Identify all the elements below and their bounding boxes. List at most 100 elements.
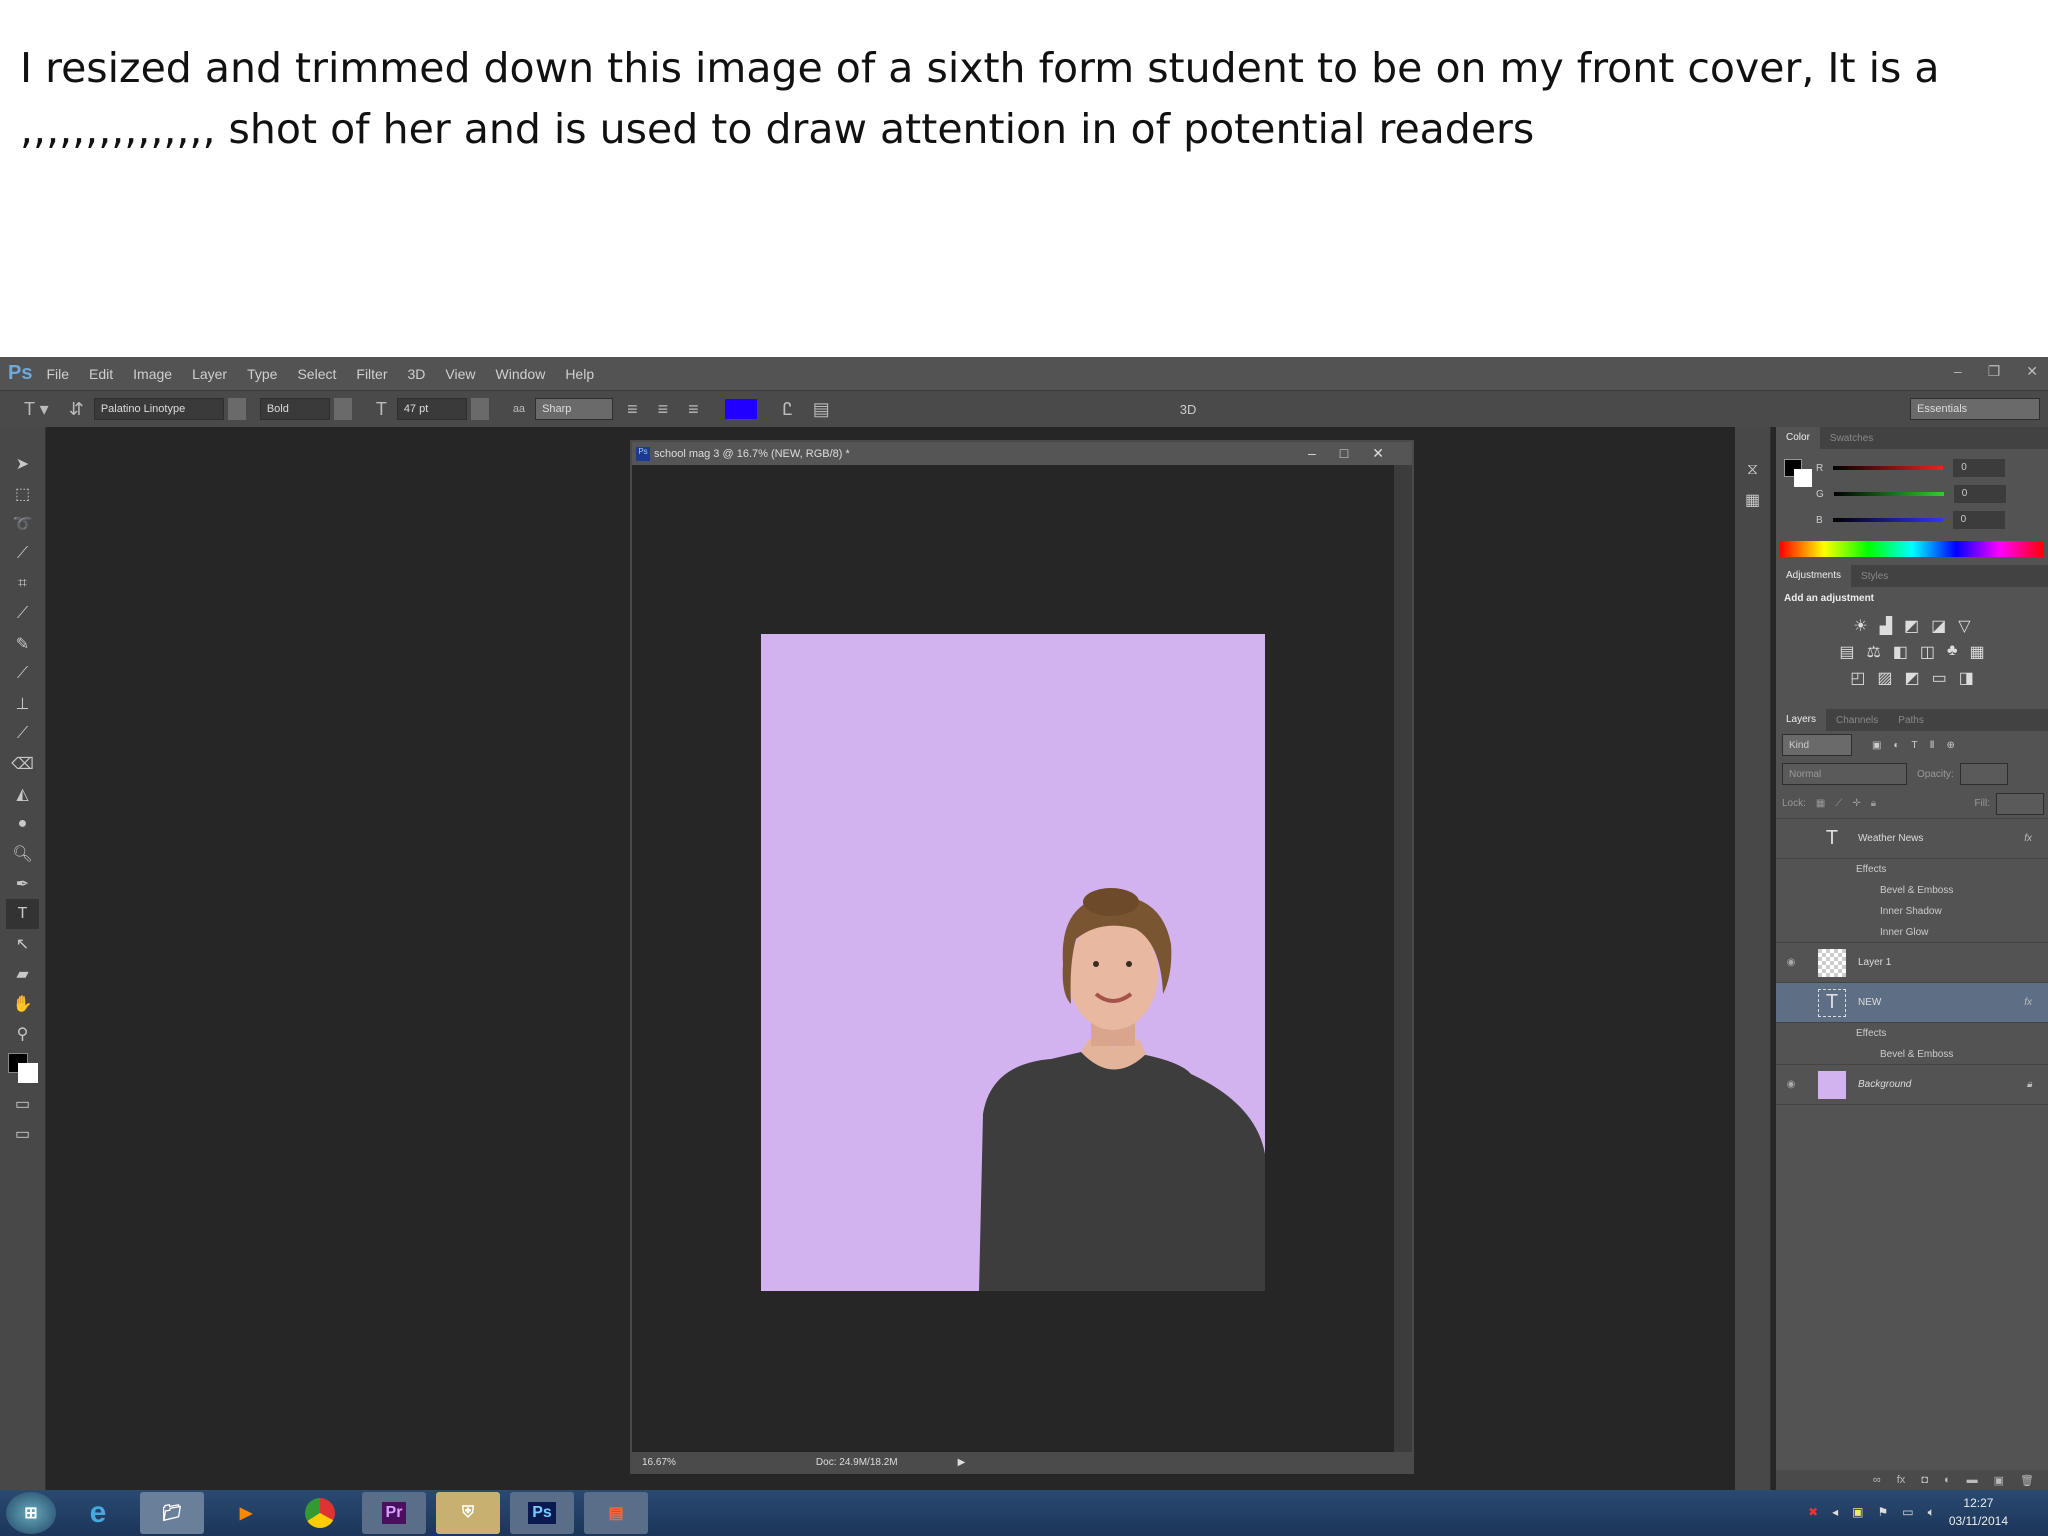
- adjustment-layer-icon[interactable]: ◐: [1944, 1474, 1951, 1486]
- menu-view[interactable]: View: [445, 366, 475, 382]
- font-size-select[interactable]: 47 pt: [396, 398, 467, 420]
- fx-icon[interactable]: fx: [2024, 997, 2032, 1008]
- quick-select-tool-icon[interactable]: ⟋: [0, 539, 45, 569]
- opacity-field[interactable]: [1959, 763, 2008, 785]
- chevron-down-icon[interactable]: [333, 398, 352, 420]
- color-lookup-icon[interactable]: ▦: [1970, 642, 1985, 662]
- restore-icon[interactable]: ❐: [1988, 363, 2001, 380]
- tab-paths[interactable]: Paths: [1888, 715, 1934, 726]
- background-color[interactable]: [18, 1063, 38, 1083]
- invert-icon[interactable]: ◰: [1850, 668, 1865, 688]
- font-style-select[interactable]: Bold: [259, 398, 330, 420]
- healing-brush-tool-icon[interactable]: ✎: [0, 629, 45, 659]
- posterize-icon[interactable]: ▨: [1877, 668, 1892, 688]
- blue-value[interactable]: 0: [1952, 511, 2005, 529]
- mask-icon[interactable]: ◘: [1921, 1474, 1928, 1486]
- lock-icons[interactable]: ▦⟋✛🔒︎: [1816, 798, 1886, 809]
- layer-filter-select[interactable]: Kind: [1782, 734, 1852, 756]
- blend-mode-select[interactable]: Normal: [1782, 763, 1907, 785]
- chevron-down-icon[interactable]: [227, 398, 246, 420]
- show-hidden-icons[interactable]: ◂: [1832, 1505, 1838, 1519]
- security-icon[interactable]: ⛨: [436, 1492, 500, 1534]
- document-tab[interactable]: Ps school mag 3 @ 16.7% (NEW, RGB/8) * –…: [632, 442, 1412, 465]
- effect-item[interactable]: Inner Shadow: [1776, 901, 2048, 922]
- doc-maximize-icon[interactable]: □: [1340, 445, 1348, 462]
- fx-icon[interactable]: fx: [2024, 833, 2032, 844]
- crop-tool-icon[interactable]: ⌗: [0, 569, 45, 599]
- menu-window[interactable]: Window: [496, 366, 546, 382]
- effects-row[interactable]: Effects: [1776, 859, 2048, 880]
- stamp-tool-icon[interactable]: ⊥: [0, 689, 45, 719]
- start-button[interactable]: ⊞: [6, 1492, 56, 1534]
- eye-icon[interactable]: ◉: [1776, 1079, 1806, 1090]
- notification-icon[interactable]: ▣: [1852, 1505, 1863, 1519]
- align-left-icon[interactable]: ≡: [627, 399, 638, 420]
- warp-text-icon[interactable]: Ꮭ: [783, 399, 793, 420]
- layer-weather-news[interactable]: T Weather News fx: [1776, 819, 2048, 859]
- trash-icon[interactable]: 🗑︎: [2020, 1474, 2034, 1487]
- channel-mixer-icon[interactable]: ♣: [1947, 642, 1958, 662]
- menu-help[interactable]: Help: [565, 366, 594, 382]
- tab-channels[interactable]: Channels: [1826, 715, 1888, 726]
- canvas[interactable]: [761, 634, 1265, 1291]
- levels-icon[interactable]: ▟: [1880, 616, 1892, 636]
- effects-row[interactable]: Effects: [1776, 1023, 2048, 1044]
- menu-file[interactable]: File: [46, 366, 69, 382]
- dodge-tool-icon[interactable]: 🔍︎: [0, 839, 45, 869]
- layer-1[interactable]: ◉ Layer 1: [1776, 943, 2048, 983]
- color-swatches[interactable]: [0, 1049, 45, 1089]
- tab-layers[interactable]: Layers: [1776, 709, 1827, 731]
- photoshop-taskbar-icon[interactable]: Ps: [510, 1492, 574, 1534]
- eye-icon[interactable]: ◉: [1776, 957, 1806, 968]
- brush-tool-icon[interactable]: ⟋: [0, 659, 45, 689]
- photo-filter-icon[interactable]: ◫: [1920, 642, 1935, 662]
- shape-tool-icon[interactable]: ▰: [0, 959, 45, 989]
- align-right-icon[interactable]: ≡: [688, 399, 699, 420]
- text-color-swatch[interactable]: [724, 399, 757, 419]
- blue-slider[interactable]: [1832, 518, 1943, 522]
- tab-adjustments[interactable]: Adjustments: [1776, 565, 1852, 587]
- vibrance-icon[interactable]: ▽: [1958, 616, 1970, 636]
- lasso-tool-icon[interactable]: ➰: [0, 509, 45, 539]
- blur-tool-icon[interactable]: ●: [0, 809, 45, 839]
- selective-color-icon[interactable]: ◨: [1959, 668, 1974, 688]
- properties-panel-icon[interactable]: ▦: [1735, 485, 1770, 515]
- marquee-tool-icon[interactable]: ⬚: [0, 479, 45, 509]
- doc-close-icon[interactable]: ✕: [1372, 445, 1384, 462]
- align-center-icon[interactable]: ≡: [658, 399, 669, 420]
- curves-icon[interactable]: ◩: [1904, 616, 1919, 636]
- history-brush-tool-icon[interactable]: ⟋: [0, 719, 45, 749]
- vertical-scrollbar[interactable]: [1394, 465, 1412, 1455]
- red-value[interactable]: 0: [1953, 459, 2006, 477]
- green-slider[interactable]: [1833, 492, 1944, 496]
- status-menu-arrow-icon[interactable]: ▶: [958, 1457, 966, 1468]
- clock[interactable]: 12:27 03/11/2014: [1949, 1494, 2008, 1530]
- alert-icon[interactable]: ✖: [1808, 1505, 1818, 1519]
- gradient-map-icon[interactable]: ▭: [1932, 668, 1947, 688]
- green-value[interactable]: 0: [1953, 485, 2006, 503]
- hand-tool-icon[interactable]: ✋: [0, 989, 45, 1019]
- layer-filter-icons[interactable]: ▣◐TⅡ⊕: [1872, 740, 1967, 751]
- layer-background[interactable]: ◉ Background 🔒︎: [1776, 1065, 2048, 1105]
- internet-explorer-icon[interactable]: e: [66, 1492, 130, 1534]
- link-icon[interactable]: ∞: [1873, 1474, 1881, 1486]
- move-tool-icon[interactable]: ➤: [0, 449, 45, 479]
- threshold-icon[interactable]: ◩: [1904, 668, 1919, 688]
- zoom-tool-icon[interactable]: ⚲: [0, 1019, 45, 1049]
- premiere-icon[interactable]: Pr: [362, 1492, 426, 1534]
- menu-layer[interactable]: Layer: [192, 366, 227, 382]
- path-select-tool-icon[interactable]: ↖: [0, 929, 45, 959]
- menu-3d[interactable]: 3D: [408, 366, 426, 382]
- text-orientation-icon[interactable]: ⇵: [69, 399, 84, 420]
- fx-icon[interactable]: fx: [1897, 1474, 1906, 1486]
- screen-mode-icon[interactable]: ▭: [0, 1119, 45, 1149]
- color-balance-icon[interactable]: ⚖: [1866, 642, 1880, 662]
- effect-item[interactable]: Inner Glow: [1776, 922, 2048, 943]
- close-icon[interactable]: ✕: [2026, 363, 2038, 380]
- layer-new[interactable]: T NEW fx: [1776, 983, 2048, 1023]
- hue-saturation-icon[interactable]: ▤: [1839, 642, 1854, 662]
- brightness-icon[interactable]: ☀: [1853, 616, 1867, 636]
- effect-item[interactable]: Bevel & Emboss: [1776, 880, 2048, 901]
- minimize-icon[interactable]: –: [1954, 363, 1962, 380]
- file-explorer-icon[interactable]: 📁︎: [140, 1492, 204, 1534]
